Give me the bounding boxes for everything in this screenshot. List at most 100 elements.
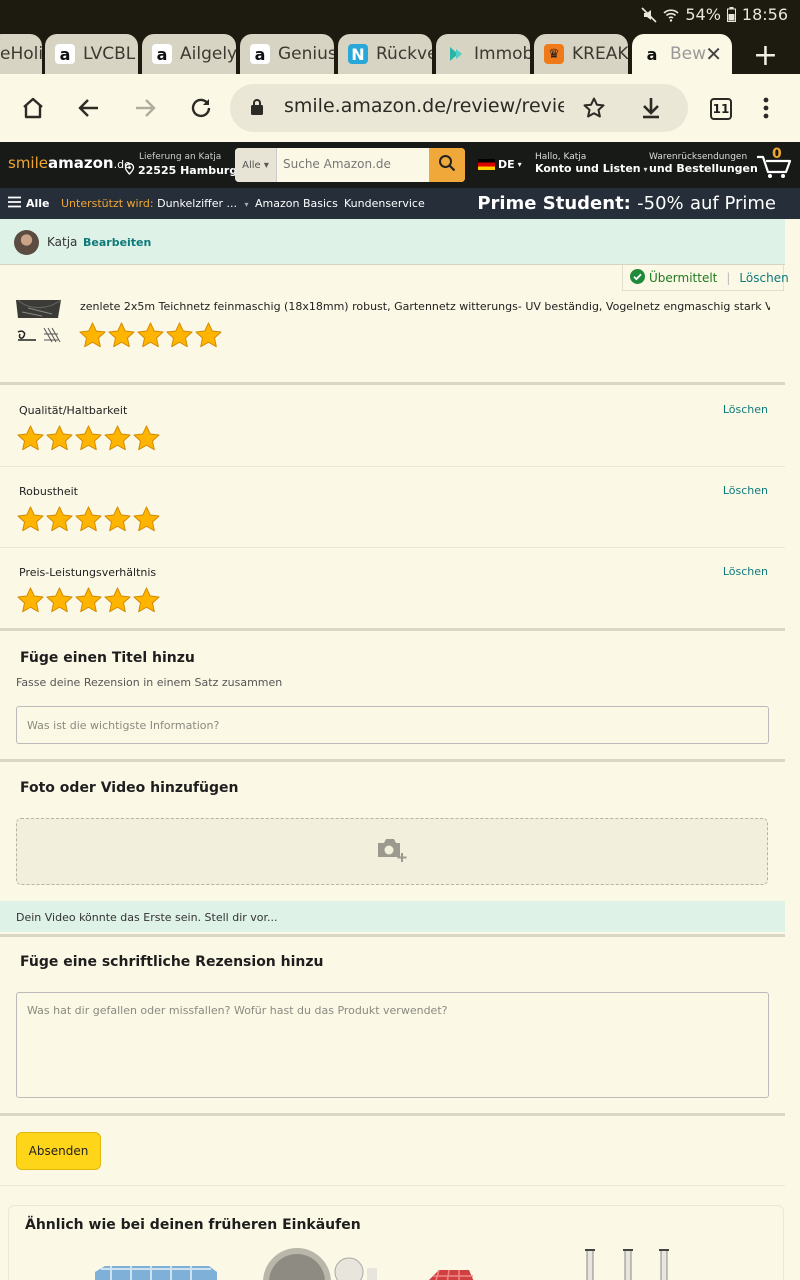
star-icon[interactable] (74, 586, 103, 614)
overflow-menu-icon[interactable] (752, 94, 780, 122)
download-icon[interactable] (640, 96, 662, 124)
logo-amazon-text: amazon (48, 154, 114, 172)
forward-arrow-icon[interactable] (131, 94, 159, 122)
similar-product-thumbnail[interactable] (91, 1264, 221, 1280)
star-icon[interactable] (16, 586, 45, 614)
back-arrow-icon[interactable] (75, 94, 103, 122)
star-icon[interactable] (132, 424, 161, 452)
section-divider (0, 382, 785, 385)
nav-link-amazon-basics[interactable]: Amazon Basics (255, 197, 338, 210)
star-icon[interactable] (103, 586, 132, 614)
similar-products-panel: Ähnlich wie bei deinen früheren Einkäufe… (8, 1205, 784, 1280)
nav-link-kundenservice[interactable]: Kundenservice (344, 197, 425, 210)
similar-product-thumbnail[interactable] (249, 1246, 379, 1280)
close-tab-icon[interactable]: ✕ (705, 42, 722, 66)
search-input[interactable]: Suche Amazon.de (283, 157, 391, 171)
kreak-favicon-icon: ♛ (544, 44, 564, 64)
battery-icon (726, 7, 736, 22)
edit-profile-link[interactable]: Bearbeiten (83, 236, 151, 249)
prime-percent: -50% (637, 193, 684, 214)
search-button[interactable] (429, 148, 465, 182)
attribute-delete-value[interactable]: Löschen (723, 565, 768, 578)
attribute-label-quality: Qualität/Haltbarkeit (19, 404, 128, 417)
delivery-location[interactable]: Lieferung an Katja 22525 Hamburg (124, 151, 237, 179)
star-icon[interactable] (194, 321, 223, 349)
account-menu[interactable]: Hallo, Katja Konto und Listen ▾ (535, 151, 648, 176)
battery-percent: 54% (685, 5, 721, 24)
avatar (14, 230, 39, 255)
wifi-icon (663, 7, 679, 23)
check-circle-icon (630, 268, 645, 287)
star-icon[interactable] (16, 505, 45, 533)
similar-product-thumbnail[interactable] (579, 1246, 679, 1280)
search-category-select[interactable]: Alle ▾ (235, 148, 277, 182)
star-icon[interactable] (45, 424, 74, 452)
star-icon[interactable] (78, 321, 107, 349)
support-label: Unterstützt wird: (61, 197, 154, 210)
star-icon[interactable] (16, 424, 45, 452)
attribute-stars-robustness[interactable] (16, 505, 161, 533)
star-icon[interactable] (45, 505, 74, 533)
bookmark-star-icon[interactable] (582, 96, 606, 124)
browser-tab-active[interactable]: a Bew ✕ (632, 34, 732, 74)
attribute-stars-value[interactable] (16, 586, 161, 614)
star-icon[interactable] (103, 505, 132, 533)
media-upload-dropzone[interactable] (16, 818, 768, 885)
reviewer-bar: Katja Bearbeiten (0, 219, 785, 265)
home-icon[interactable] (19, 94, 47, 122)
browser-tab-strip: eHolis a LVCBL a Ailgely a Genius N Rück… (0, 30, 800, 74)
amazon-favicon-icon: a (250, 44, 270, 64)
mute-icon (641, 6, 657, 23)
review-title-input[interactable]: Was ist die wichtigste Information? (16, 706, 769, 744)
browser-tab[interactable]: a Genius (240, 34, 334, 74)
supported-charity-link[interactable]: Unterstützt wird: Dunkelziffer ... ▾ (61, 197, 249, 210)
similar-product-thumbnail[interactable] (419, 1264, 479, 1280)
tab-label: Ailgely (180, 44, 236, 64)
browser-tab[interactable]: a LVCBL (45, 34, 138, 74)
language-selector[interactable]: DE ▾ (478, 158, 522, 171)
cart-button[interactable]: 0 (756, 146, 794, 182)
tab-count-button[interactable]: 11 (710, 98, 732, 120)
star-icon[interactable] (103, 424, 132, 452)
star-icon[interactable] (107, 321, 136, 349)
location-pin-icon (124, 162, 135, 179)
product-thumbnail (14, 298, 66, 348)
star-icon[interactable] (74, 505, 103, 533)
delete-review-link[interactable]: Löschen (739, 271, 788, 285)
browser-tab[interactable]: eHolis (0, 34, 42, 74)
prime-student-banner[interactable]: Prime Student: -50% auf Prime (477, 193, 776, 214)
submit-review-button[interactable]: Absenden (16, 1132, 101, 1170)
section-divider (0, 934, 785, 937)
separator: | (726, 270, 731, 285)
address-bar[interactable]: smile.amazon.de/review/review-y (230, 84, 688, 132)
account-lists-label: Konto und Listen (535, 162, 641, 175)
overall-star-rating[interactable] (78, 321, 223, 349)
product-title: zenlete 2x5m Teichnetz feinmaschig (18x1… (80, 300, 770, 313)
submitted-label: Übermittelt (649, 270, 718, 285)
new-tab-plus-icon[interactable]: + (753, 38, 778, 73)
browser-tab[interactable]: N Rückve (338, 34, 432, 74)
all-menu-button[interactable]: Alle (8, 196, 50, 211)
smile-amazon-logo[interactable]: smileamazon.de (8, 154, 131, 172)
review-text-area[interactable]: Was hat dir gefallen oder missfallen? Wo… (16, 992, 769, 1098)
tab-label: Immob (474, 44, 530, 64)
browser-tab[interactable]: a Ailgely (142, 34, 236, 74)
star-icon[interactable] (165, 321, 194, 349)
star-icon[interactable] (132, 505, 161, 533)
attribute-delete-robustness[interactable]: Löschen (723, 484, 768, 497)
url-text: smile.amazon.de/review/review-y (284, 95, 564, 117)
star-icon[interactable] (132, 586, 161, 614)
german-flag-icon (478, 159, 495, 170)
tab-label: Bew (670, 44, 707, 64)
delivery-line1: Lieferung an Katja (139, 152, 222, 162)
returns-orders-link[interactable]: Warenrücksendungen und Bestellungen (649, 151, 758, 176)
browser-tab[interactable]: ♛ KREAK (534, 34, 628, 74)
reload-icon[interactable] (187, 94, 215, 122)
star-icon[interactable] (45, 586, 74, 614)
star-icon[interactable] (74, 424, 103, 452)
attribute-stars-quality[interactable] (16, 424, 161, 452)
attribute-delete-quality[interactable]: Löschen (723, 403, 768, 416)
browser-tab[interactable]: Immob (436, 34, 530, 74)
star-icon[interactable] (136, 321, 165, 349)
amazon-favicon-icon: a (642, 44, 662, 64)
